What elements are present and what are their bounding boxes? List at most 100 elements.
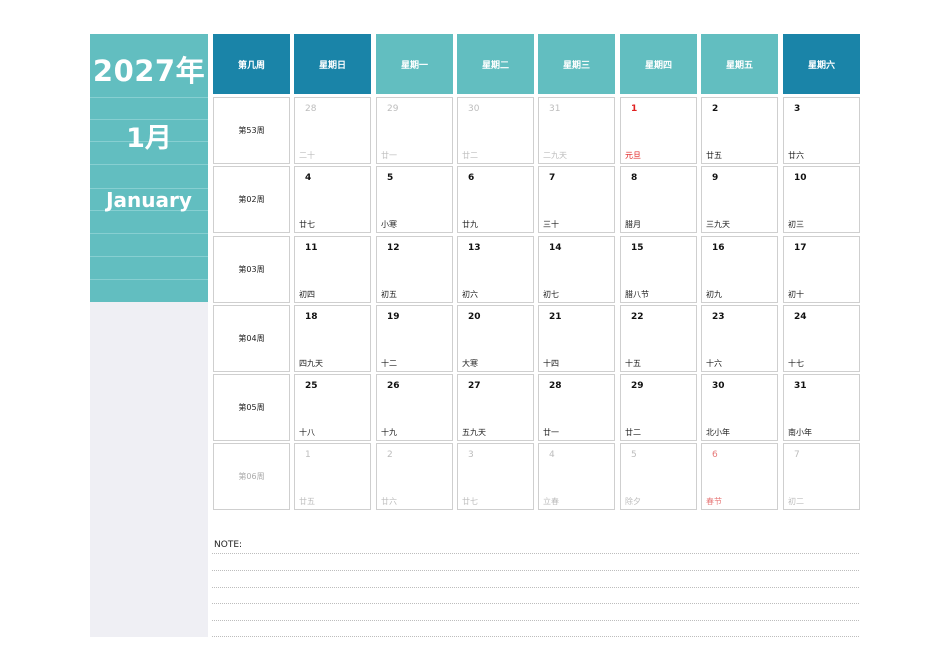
day-cell[interactable]: 27 五九天 [457,374,534,441]
day-cell[interactable]: 13 初六 [457,236,534,303]
day-number: 4 [305,173,312,183]
lunar-date-label: 廿五 [706,151,722,160]
day-cell[interactable]: 31 二九天 [538,97,615,164]
lunar-date-label: 廿七 [462,497,478,506]
day-cell[interactable]: 29 廿一 [376,97,453,164]
day-cell[interactable]: 28 廿一 [538,374,615,441]
sidebar-divider [90,97,208,98]
day-cell[interactable]: 23 十六 [701,305,778,372]
day-cell[interactable]: 6 春节 [701,443,778,510]
day-cell[interactable]: 11 初四 [294,236,371,303]
day-cell[interactable]: 12 初五 [376,236,453,303]
day-cell[interactable]: 30 廿二 [457,97,534,164]
day-cell[interactable]: 20 大寒 [457,305,534,372]
day-cell[interactable]: 30 北小年 [701,374,778,441]
day-number: 7 [794,450,800,460]
day-cell[interactable]: 7 三十 [538,166,615,233]
lunar-date-label: 二十 [299,151,315,160]
day-cell[interactable]: 25 十八 [294,374,371,441]
sunday-header: 星期日 [294,34,371,94]
day-cell[interactable]: 2 廿五 [701,97,778,164]
day-cell[interactable]: 14 初七 [538,236,615,303]
sidebar-divider [90,279,208,280]
day-number: 4 [549,450,555,460]
day-cell[interactable]: 16 初九 [701,236,778,303]
lunar-date-label: 大寒 [462,359,478,368]
lunar-date-label: 廿五 [299,497,315,506]
day-number: 21 [549,312,562,322]
day-cell[interactable]: 9 三九天 [701,166,778,233]
day-cell[interactable]: 22 十五 [620,305,697,372]
day-number: 1 [631,104,638,114]
day-number: 3 [468,450,474,460]
sidebar-divider [90,256,208,257]
lunar-date-label: 四九天 [299,359,323,368]
day-number: 31 [549,104,561,114]
day-number: 31 [794,381,807,391]
day-number: 2 [387,450,393,460]
lunar-date-label: 春节 [706,497,722,506]
day-number: 17 [794,243,807,253]
note-line[interactable] [212,570,859,571]
day-number: 12 [387,243,400,253]
day-cell[interactable]: 4 立春 [538,443,615,510]
day-cell[interactable]: 7 初二 [783,443,860,510]
day-number: 24 [794,312,807,322]
lunar-date-label: 十二 [381,359,397,368]
day-cell[interactable]: 28 二十 [294,97,371,164]
note-line[interactable] [212,620,859,621]
day-cell[interactable]: 29 廿二 [620,374,697,441]
lunar-date-label: 初三 [788,220,804,229]
lunar-date-label: 初四 [299,290,315,299]
day-number: 16 [712,243,725,253]
day-number: 3 [794,104,801,114]
day-number: 5 [631,450,637,460]
day-cell[interactable]: 21 十四 [538,305,615,372]
lunar-date-label: 初十 [788,290,804,299]
note-line[interactable] [212,603,859,604]
day-number: 15 [631,243,644,253]
day-number: 25 [305,381,318,391]
day-cell[interactable]: 18 四九天 [294,305,371,372]
day-cell[interactable]: 19 十二 [376,305,453,372]
day-number: 11 [305,243,318,253]
day-number: 28 [305,104,317,114]
note-line[interactable] [212,587,859,588]
day-cell[interactable]: 15 腊八节 [620,236,697,303]
day-cell[interactable]: 26 十九 [376,374,453,441]
day-cell[interactable]: 1 元旦 [620,97,697,164]
lunar-date-label: 三十 [543,220,559,229]
day-cell[interactable]: 8 腊月 [620,166,697,233]
lunar-date-label: 除夕 [625,497,641,506]
day-cell[interactable]: 3 廿七 [457,443,534,510]
lunar-date-label: 腊月 [625,220,641,229]
lunar-date-label: 廿六 [381,497,397,506]
day-cell[interactable]: 31 南小年 [783,374,860,441]
lunar-date-label: 廿六 [788,151,804,160]
day-cell[interactable]: 2 廿六 [376,443,453,510]
day-cell[interactable]: 4 廿七 [294,166,371,233]
week-number-cell: 第03周 [213,236,290,303]
month-title-en: January [106,188,192,212]
day-number: 29 [631,381,644,391]
note-line[interactable] [212,553,859,554]
lunar-date-label: 元旦 [625,151,641,160]
lunar-date-label: 初六 [462,290,478,299]
sidebar-divider [90,164,208,165]
sidebar-month-panel: 2027年 1月 January [90,34,208,302]
lunar-date-label: 廿一 [381,151,397,160]
day-cell[interactable]: 5 小寒 [376,166,453,233]
day-cell[interactable]: 1 廿五 [294,443,371,510]
day-cell[interactable]: 6 廿九 [457,166,534,233]
lunar-date-label: 五九天 [462,428,486,437]
day-cell[interactable]: 24 十七 [783,305,860,372]
week-number-cell: 第05周 [213,374,290,441]
day-number: 2 [712,104,719,114]
day-number: 6 [712,450,718,460]
day-number: 20 [468,312,481,322]
day-cell[interactable]: 3 廿六 [783,97,860,164]
day-cell[interactable]: 10 初三 [783,166,860,233]
day-cell[interactable]: 17 初十 [783,236,860,303]
note-line[interactable] [212,636,859,637]
day-cell[interactable]: 5 除夕 [620,443,697,510]
